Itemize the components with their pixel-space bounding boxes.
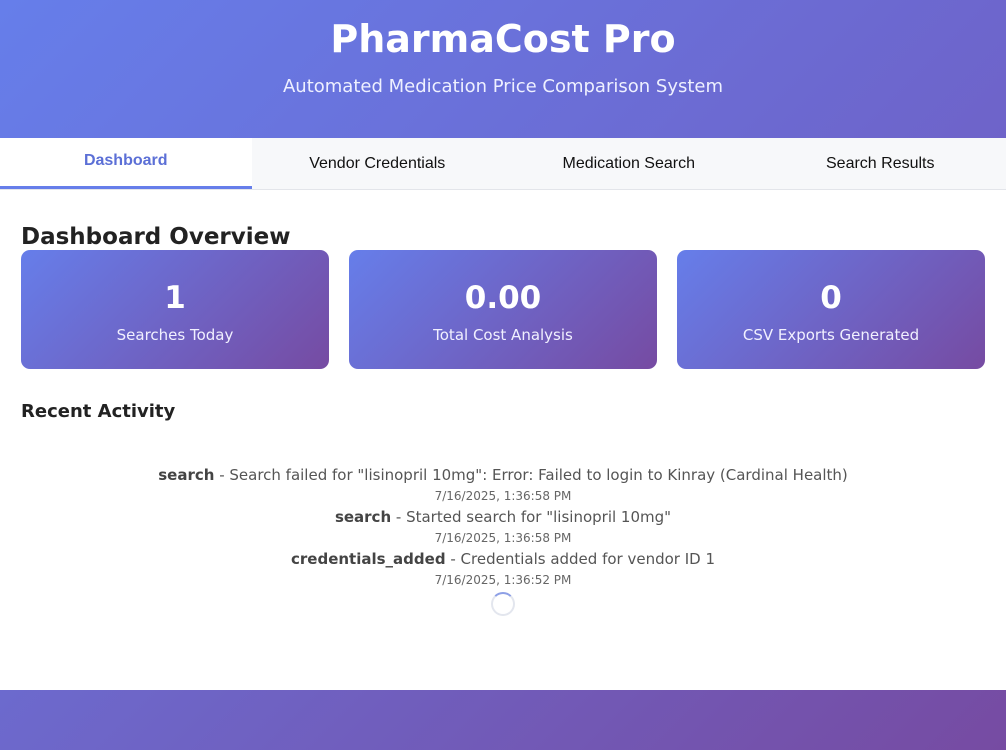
tab-vendor-credentials[interactable]: Vendor Credentials [252, 138, 504, 189]
tab-dashboard[interactable]: Dashboard [0, 138, 252, 189]
loading-spinner-icon [491, 592, 515, 616]
app-subtitle: Automated Medication Price Comparison Sy… [282, 76, 724, 97]
stat-value: 0 [820, 280, 842, 316]
stat-label: CSV Exports Generated [742, 326, 920, 344]
activity-item: search - Search failed for "lisinopril 1… [21, 464, 985, 506]
activity-type: search [158, 466, 215, 484]
activity-message: - Credentials added for vendor ID 1 [445, 550, 715, 568]
stat-card-csv-exports: 0 CSV Exports Generated [677, 250, 985, 369]
stat-card-total-cost-analysis: 0.00 Total Cost Analysis [349, 250, 657, 369]
activity-timestamp: 7/16/2025, 1:36:52 PM [434, 573, 572, 587]
main-nav: Dashboard Vendor Credentials Medication … [0, 138, 1006, 190]
tab-medication-search[interactable]: Medication Search [503, 138, 755, 189]
activity-line: search - Search failed for "lisinopril 1… [21, 464, 985, 486]
stat-value: 0.00 [464, 280, 542, 316]
app-footer [0, 690, 1006, 750]
recent-activity-title: Recent Activity [21, 401, 176, 422]
stat-label: Searches Today [116, 326, 234, 344]
app-header: PharmaCost Pro Automated Medication Pric… [0, 0, 1006, 138]
activity-item: credentials_added - Credentials added fo… [21, 548, 985, 590]
activity-line: credentials_added - Credentials added fo… [21, 548, 985, 570]
stat-label: Total Cost Analysis [433, 326, 573, 344]
tab-search-results[interactable]: Search Results [755, 138, 1006, 189]
stats-row: 1 Searches Today 0.00 Total Cost Analysi… [21, 250, 985, 369]
activity-list: search - Search failed for "lisinopril 1… [21, 464, 985, 616]
activity-message: - Started search for "lisinopril 10mg" [391, 508, 672, 526]
activity-type: credentials_added [291, 550, 446, 568]
stat-value: 1 [164, 280, 186, 316]
activity-item: search - Started search for "lisinopril … [21, 506, 985, 548]
activity-message: - Search failed for "lisinopril 10mg": E… [214, 466, 848, 484]
dashboard-panel: Dashboard Overview 1 Searches Today 0.00… [0, 190, 1006, 690]
activity-type: search [334, 508, 392, 526]
activity-timestamp: 7/16/2025, 1:36:58 PM [434, 531, 572, 545]
activity-timestamp: 7/16/2025, 1:36:58 PM [434, 489, 572, 503]
stat-card-searches-today: 1 Searches Today [21, 250, 329, 369]
dashboard-title: Dashboard Overview [21, 224, 291, 250]
activity-line: search - Started search for "lisinopril … [21, 506, 985, 528]
app-title: PharmaCost Pro [330, 17, 676, 61]
